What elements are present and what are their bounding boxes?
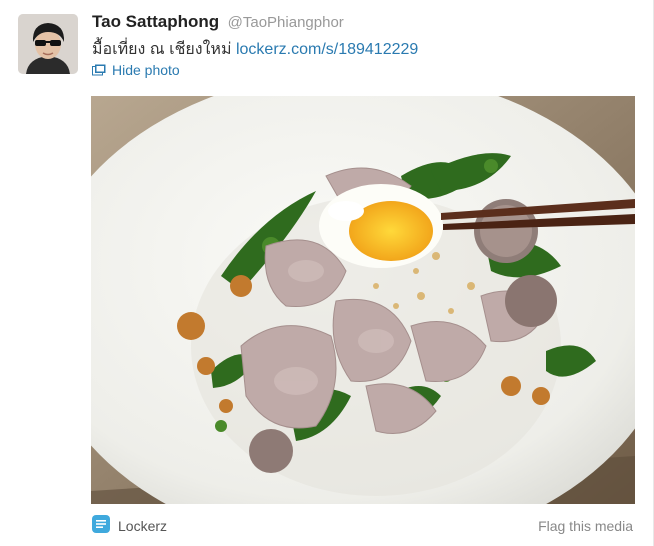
avatar-image [18, 14, 78, 74]
media-source-label: Lockerz [118, 517, 168, 534]
tweet-link[interactable]: lockerz.com/s/189412229 [236, 41, 418, 58]
photo-icon [92, 64, 106, 76]
media-source[interactable]: Lockerz [92, 515, 167, 536]
hide-photo-button[interactable]: Hide photo [92, 62, 180, 78]
tweet-message: มื้อเที่ยง ณ เชียงใหม่ [92, 41, 232, 58]
tweet-header: Tao Sattaphong @TaoPhiangphor [92, 12, 344, 32]
avatar[interactable] [18, 14, 78, 74]
tweet-photo[interactable] [91, 96, 635, 504]
flag-media-link[interactable]: Flag this media [538, 518, 633, 534]
user-fullname[interactable]: Tao Sattaphong [92, 12, 219, 31]
lockerz-icon [92, 515, 110, 536]
tweet-text: มื้อเที่ยง ณ เชียงใหม่ lockerz.com/s/189… [92, 37, 418, 62]
food-photo [91, 96, 635, 504]
tweet-card: Tao Sattaphong @TaoPhiangphor มื้อเที่ยง… [0, 0, 654, 546]
hide-photo-label: Hide photo [112, 62, 180, 78]
user-handle[interactable]: @TaoPhiangphor [228, 14, 344, 31]
